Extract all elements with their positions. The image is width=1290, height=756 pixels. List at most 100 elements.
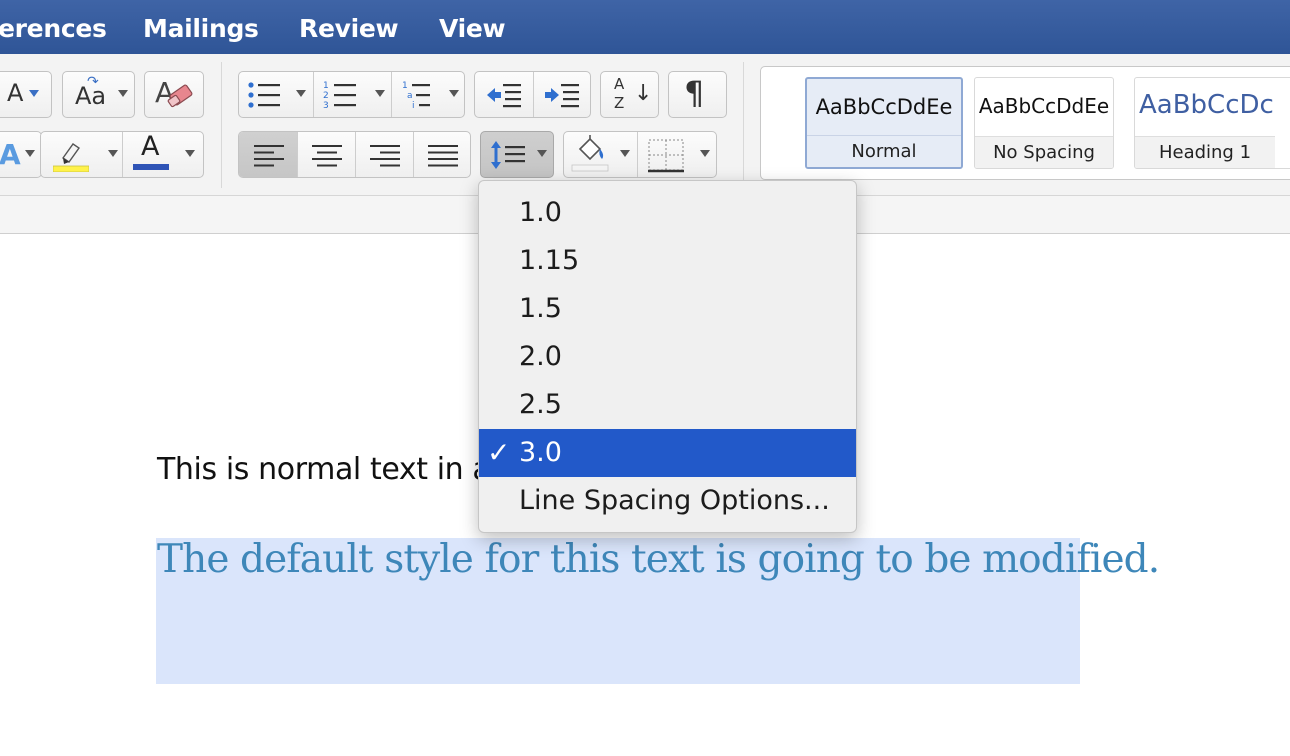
highlight-font-color-group: A bbox=[40, 131, 204, 178]
tab-view[interactable]: View bbox=[439, 14, 506, 43]
ribbon-tab-bar: erences Mailings Review View bbox=[0, 0, 1290, 54]
checkmark-icon: ✓ bbox=[487, 436, 511, 469]
text-effects-icon: A bbox=[0, 138, 21, 171]
shading-borders-group bbox=[563, 131, 717, 178]
change-case-button[interactable]: Aa ↷ bbox=[62, 71, 135, 118]
line-spacing-option-2-0[interactable]: 2.0 bbox=[479, 333, 856, 381]
list-buttons-group: 1 2 3 1 a i bbox=[238, 71, 465, 118]
numbering-icon: 1 2 3 bbox=[323, 81, 356, 110]
chevron-down-icon[interactable] bbox=[700, 150, 710, 157]
style-heading-1[interactable]: AaBbCcDc Heading 1 bbox=[1134, 77, 1290, 169]
multilevel-list-button[interactable]: 1 a i bbox=[392, 72, 466, 117]
line-spacing-option-1-15[interactable]: 1.15 bbox=[479, 237, 856, 285]
justify-button[interactable] bbox=[414, 132, 472, 177]
style-no-spacing[interactable]: AaBbCcDdEe No Spacing bbox=[974, 77, 1114, 169]
eraser-icon bbox=[167, 84, 193, 108]
bullets-button[interactable] bbox=[239, 72, 314, 117]
chevron-down-icon[interactable] bbox=[375, 90, 385, 97]
clear-formatting-button[interactable]: A bbox=[144, 71, 204, 118]
style-preview: AaBbCcDc bbox=[1139, 90, 1274, 120]
show-formatting-marks-button[interactable]: ¶ bbox=[668, 71, 727, 118]
chevron-down-icon[interactable] bbox=[449, 90, 459, 97]
line-spacing-button[interactable] bbox=[480, 131, 554, 178]
font-color-button[interactable]: A bbox=[123, 131, 205, 177]
line-spacing-options-item[interactable]: Line Spacing Options... bbox=[479, 477, 856, 525]
style-label: No Spacing bbox=[975, 136, 1113, 168]
align-right-button[interactable] bbox=[356, 132, 414, 177]
align-right-icon bbox=[370, 145, 400, 167]
chevron-down-icon bbox=[29, 90, 39, 97]
menu-item-label: 1.0 bbox=[519, 197, 562, 228]
font-size-decrease-button[interactable]: A bbox=[0, 71, 52, 118]
chevron-down-icon[interactable] bbox=[185, 150, 195, 157]
align-left-button[interactable] bbox=[239, 132, 298, 177]
line-spacing-option-1-5[interactable]: 1.5 bbox=[479, 285, 856, 333]
sort-letter-z: Z bbox=[614, 94, 625, 112]
tab-review[interactable]: Review bbox=[299, 14, 399, 43]
svg-text:2: 2 bbox=[323, 91, 329, 101]
tab-references[interactable]: erences bbox=[0, 14, 107, 43]
chevron-down-icon[interactable] bbox=[296, 90, 306, 97]
menu-item-label: 2.0 bbox=[519, 341, 562, 372]
pilcrow-icon: ¶ bbox=[684, 74, 705, 112]
chevron-down-icon bbox=[118, 90, 128, 97]
menu-item-label: Line Spacing Options... bbox=[519, 485, 830, 516]
chevron-down-icon bbox=[537, 150, 547, 157]
chevron-down-icon[interactable] bbox=[620, 150, 630, 157]
bullets-icon bbox=[248, 82, 280, 108]
svg-text:1: 1 bbox=[323, 81, 329, 91]
sort-arrow-icon: ↓ bbox=[634, 81, 653, 106]
svg-text:3: 3 bbox=[323, 101, 329, 110]
decrease-indent-icon bbox=[487, 84, 521, 108]
borders-button[interactable] bbox=[638, 132, 718, 177]
svg-text:i: i bbox=[412, 101, 415, 110]
line-spacing-menu: 1.0 1.15 1.5 2.0 2.5 ✓ 3.0 Line Spacing … bbox=[478, 180, 857, 533]
line-spacing-option-1-0[interactable]: 1.0 bbox=[479, 189, 856, 237]
tab-mailings[interactable]: Mailings bbox=[143, 14, 259, 43]
shading-button[interactable] bbox=[564, 132, 638, 177]
style-label: Heading 1 bbox=[1135, 136, 1275, 168]
increase-indent-button[interactable] bbox=[534, 72, 592, 117]
align-left-icon bbox=[254, 145, 284, 167]
document-styled-paragraph[interactable]: The default style for this text is going… bbox=[157, 537, 1160, 582]
increase-indent-icon bbox=[545, 84, 579, 108]
menu-item-label: 2.5 bbox=[519, 389, 562, 420]
line-spacing-option-3-0[interactable]: ✓ 3.0 bbox=[479, 429, 856, 477]
style-preview: AaBbCcDdEe bbox=[978, 94, 1110, 118]
multilevel-list-icon: 1 a i bbox=[402, 81, 430, 110]
sort-letter-a: A bbox=[614, 75, 625, 93]
svg-text:a: a bbox=[407, 91, 413, 101]
font-color-swatch bbox=[133, 164, 169, 170]
text-effects-button[interactable]: A bbox=[0, 131, 42, 178]
menu-item-label: 1.5 bbox=[519, 293, 562, 324]
align-center-icon bbox=[312, 145, 342, 167]
ribbon-separator bbox=[743, 62, 744, 188]
sort-button[interactable]: A Z ↓ bbox=[600, 71, 659, 118]
style-preview: AaBbCcDdEe bbox=[815, 95, 953, 119]
menu-item-label: 3.0 bbox=[519, 437, 562, 468]
styles-gallery: AaBbCcDdEe Normal AaBbCcDdEe No Spacing … bbox=[760, 66, 1290, 180]
style-normal[interactable]: AaBbCcDdEe Normal bbox=[805, 77, 963, 169]
curved-arrow-icon: ↷ bbox=[87, 74, 99, 90]
font-color-letter: A bbox=[141, 131, 160, 162]
decrease-indent-button[interactable] bbox=[475, 72, 534, 117]
indent-group bbox=[474, 71, 591, 118]
align-center-button[interactable] bbox=[298, 132, 356, 177]
document-normal-paragraph[interactable]: This is normal text in a bbox=[157, 452, 491, 487]
highlighter-icon bbox=[53, 143, 89, 172]
chevron-down-icon bbox=[25, 150, 35, 157]
paint-bucket-icon bbox=[571, 135, 609, 172]
home-ribbon: A Aa ↷ A A A 1 2 3 1 a i A Z ↓ ¶ AaBbCcD… bbox=[0, 54, 1290, 196]
line-spacing-icon bbox=[491, 141, 525, 169]
alignment-group bbox=[238, 131, 471, 178]
borders-icon bbox=[648, 139, 684, 173]
menu-item-label: 1.15 bbox=[519, 245, 580, 276]
chevron-down-icon[interactable] bbox=[108, 150, 118, 157]
justify-icon bbox=[428, 145, 458, 167]
svg-text:1: 1 bbox=[402, 81, 408, 91]
line-spacing-option-2-5[interactable]: 2.5 bbox=[479, 381, 856, 429]
font-size-icon: A bbox=[7, 79, 24, 107]
numbering-button[interactable]: 1 2 3 bbox=[314, 72, 392, 117]
style-label: Normal bbox=[807, 135, 961, 167]
highlight-color-button[interactable] bbox=[41, 132, 123, 177]
